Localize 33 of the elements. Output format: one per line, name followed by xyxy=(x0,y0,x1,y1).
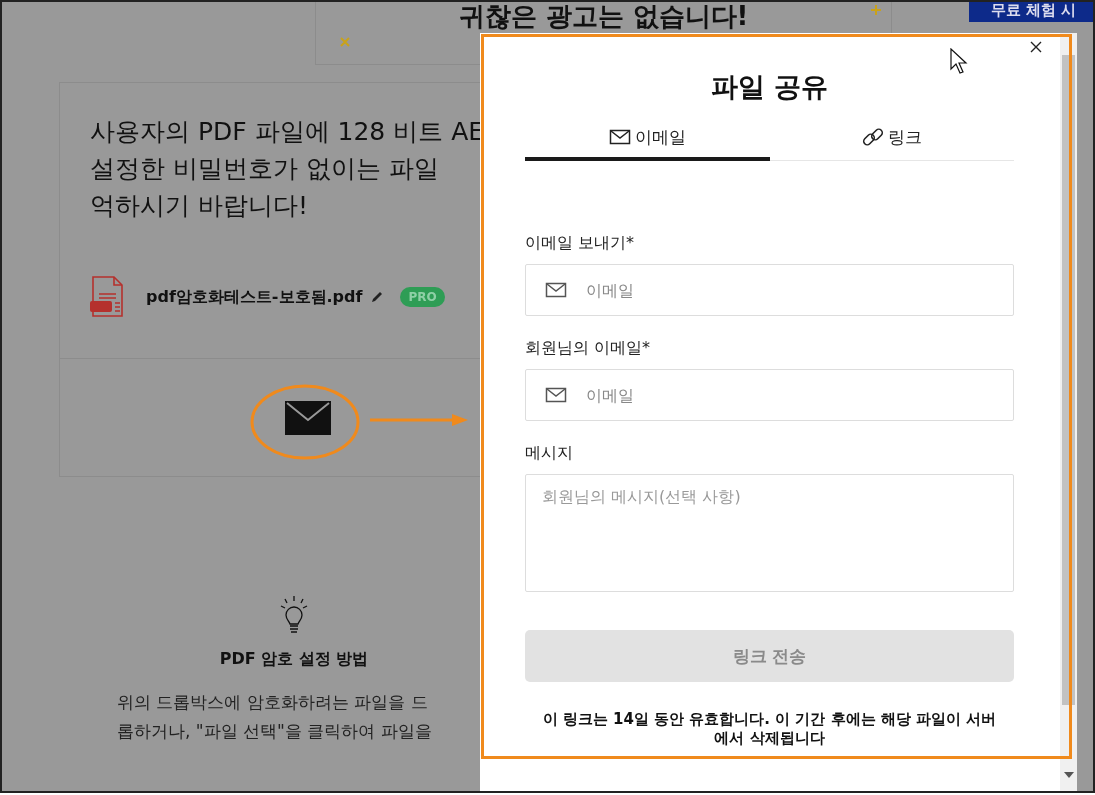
instruction-text: 롭하거나, "파일 선택"을 클릭하여 파일을 xyxy=(117,720,432,743)
close-button[interactable] xyxy=(1030,41,1042,53)
scroll-down-icon xyxy=(1064,772,1074,778)
link-icon xyxy=(861,127,884,147)
pro-badge: PRO xyxy=(400,287,445,307)
lightbulb-icon xyxy=(280,595,308,635)
instruction-text: 위의 드롭박스에 암호화하려는 파일을 드 xyxy=(117,691,429,714)
pdf-file-icon xyxy=(90,276,124,318)
share-tab[interactable]: 링크 xyxy=(769,125,1014,161)
mouse-cursor-icon xyxy=(950,48,970,76)
email-field[interactable]: 이메일 xyxy=(525,369,1014,421)
description-text: 억하시기 바랍니다! xyxy=(90,190,309,222)
message-field[interactable]: 회원님의 메시지(선택 사항) xyxy=(525,474,1014,592)
free-trial-button[interactable]: 무료 체험 시 xyxy=(969,2,1093,22)
envelope-icon xyxy=(545,386,567,404)
file-name: pdf암호화테스트-보호됨.pdf xyxy=(146,286,363,308)
pencil-icon xyxy=(370,290,385,304)
headline: 귀찮은 광고는 없습니다! xyxy=(458,2,749,33)
share-tab[interactable]: 이메일 xyxy=(525,125,770,161)
field-label: 이메일 보내기* xyxy=(525,233,636,254)
close-icon xyxy=(1030,41,1042,53)
field-label: 회원님의 이메일* xyxy=(525,338,652,359)
field-label: 메시지 xyxy=(525,443,574,464)
email-field[interactable]: 이메일 xyxy=(525,264,1014,316)
section-title: PDF 암호 설정 방법 xyxy=(219,649,369,670)
dialog-title: 파일 공유 xyxy=(709,70,830,104)
expiry-note: 이 링크는 14일 동안 유효합니다. 이 기간 후에는 해당 파일이 서버에서 삭제됩니다 xyxy=(541,710,998,748)
envelope-icon xyxy=(545,281,567,299)
envelope-icon xyxy=(608,128,631,146)
sparkle-icon xyxy=(340,37,350,47)
sparkle-icon xyxy=(871,5,881,15)
envelope-icon xyxy=(285,400,331,435)
description-text: 설정한 비밀번호가 없이는 파일 xyxy=(90,153,440,185)
